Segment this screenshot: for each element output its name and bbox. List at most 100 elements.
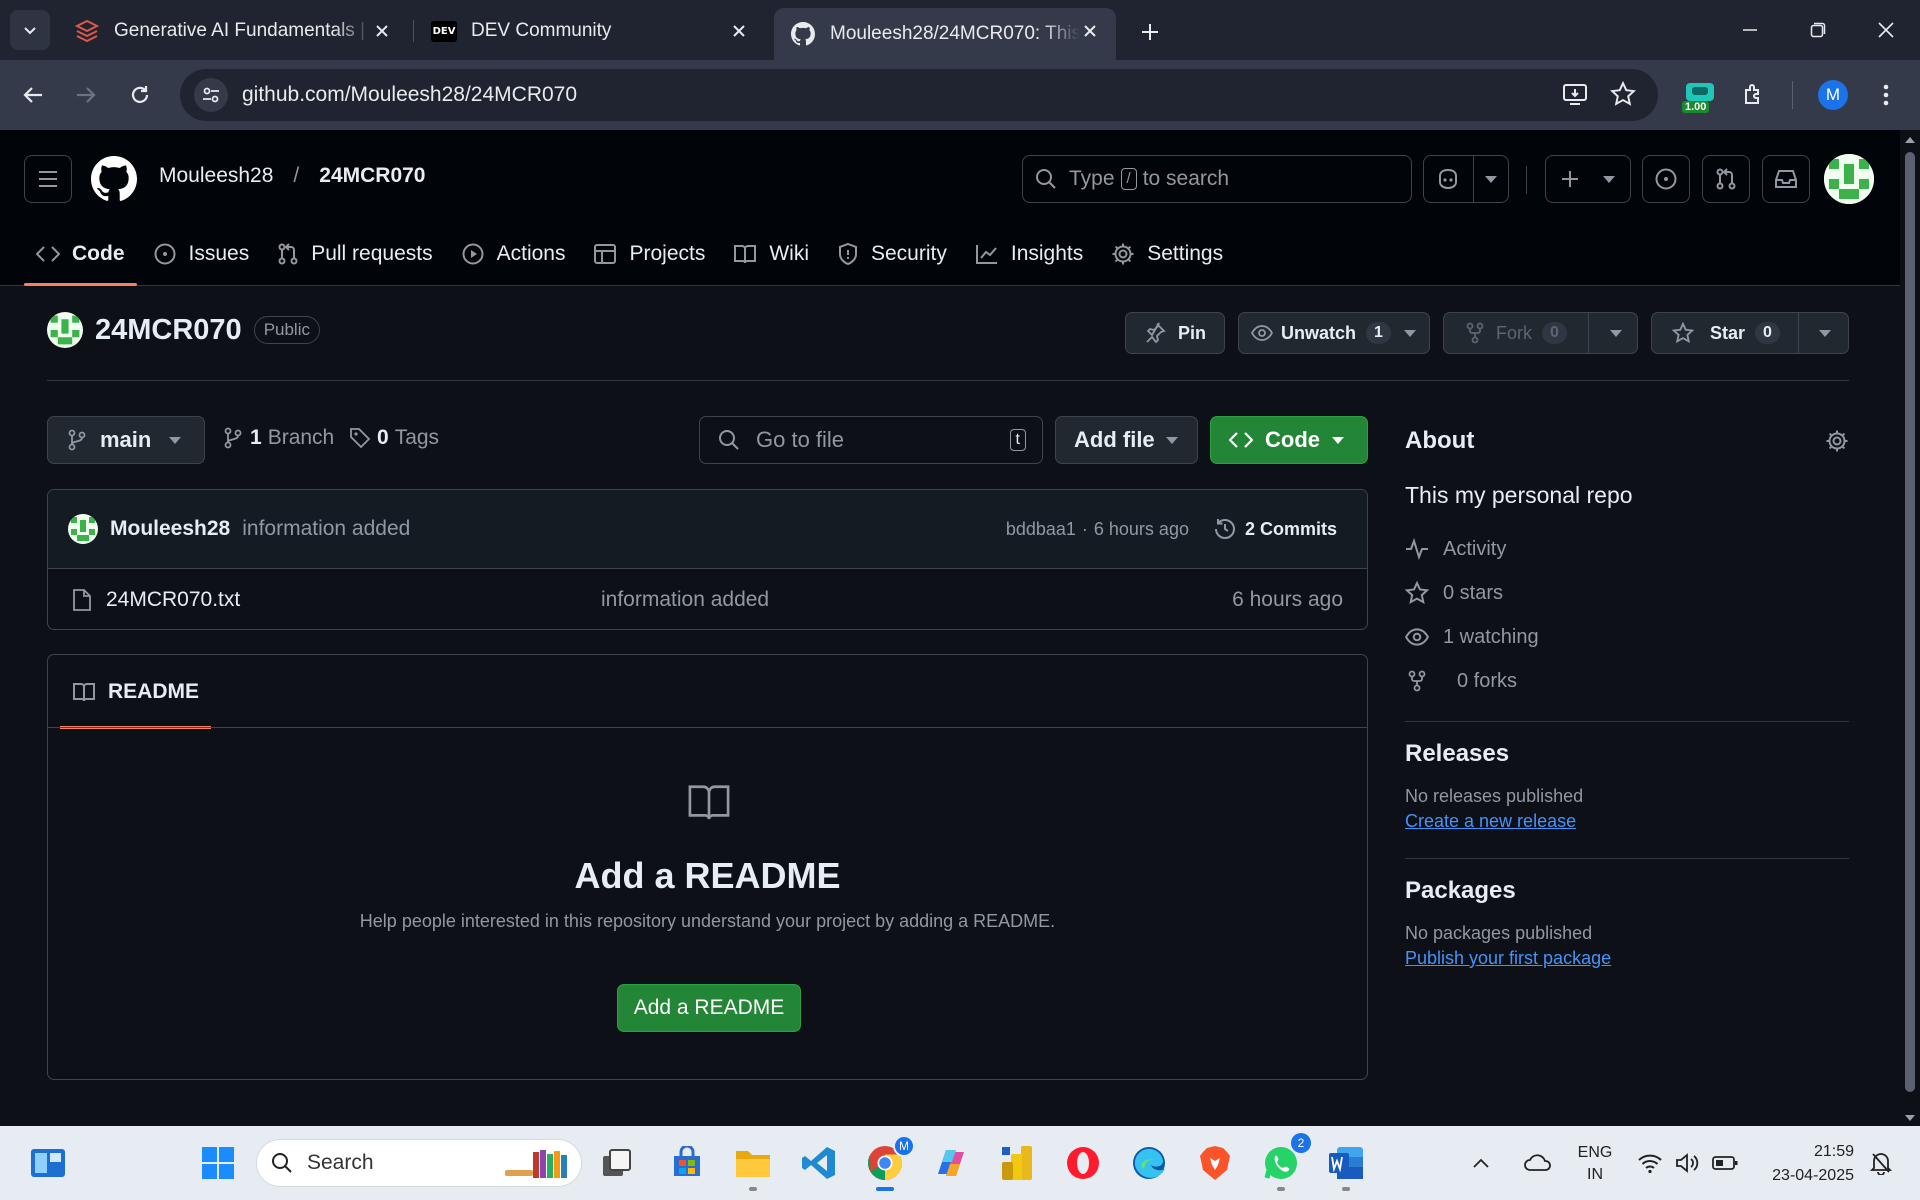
reload-button[interactable] [122,77,158,113]
site-info-icon[interactable] [194,78,228,112]
branches-link[interactable]: 1 Branch [224,426,334,450]
install-app-icon[interactable] [1562,81,1588,107]
packages-heading[interactable]: Packages [1405,877,1849,905]
show-hidden-icons-button[interactable] [1466,1139,1496,1187]
triangle-down-icon[interactable] [1484,175,1498,184]
extensions-button[interactable] [1736,77,1772,113]
taskbar-search-input[interactable]: Search [256,1139,582,1187]
power-bi-button[interactable] [993,1139,1041,1187]
owner-link[interactable]: Mouleesh28 [159,164,273,188]
tab-actions[interactable]: Actions [449,222,578,286]
unwatch-button[interactable]: Unwatch 1 [1238,312,1430,354]
table-row[interactable]: 24MCR070.txt information added 6 hours a… [48,569,1367,629]
tags-link[interactable]: 0 Tags [349,426,439,450]
extension-icon[interactable]: 1.00 [1680,77,1720,113]
add-file-button[interactable]: Add file [1055,416,1198,464]
code-dropdown-button[interactable]: Code [1210,416,1368,464]
scroll-down-arrow-icon[interactable] [1904,1114,1916,1122]
edge-button[interactable] [1125,1139,1173,1187]
vscode-button[interactable] [795,1139,843,1187]
github-logo-icon[interactable] [91,156,137,202]
issues-button[interactable] [1642,155,1690,203]
copilot-button[interactable] [1423,155,1509,203]
close-icon[interactable] [370,19,394,43]
system-tray[interactable] [1637,1152,1739,1174]
microsoft-store-button[interactable] [663,1139,711,1187]
notifications-button[interactable] [1866,1139,1896,1187]
profile-button[interactable]: M [1815,77,1851,113]
back-button[interactable] [15,77,51,113]
forward-button[interactable] [68,77,104,113]
add-readme-button[interactable]: Add a README [617,984,801,1032]
inbox-button[interactable] [1762,155,1810,203]
fork-button[interactable]: Fork 0 [1443,312,1638,354]
triangle-down-icon[interactable] [1403,329,1417,338]
search-input[interactable]: Type / to search [1022,155,1412,203]
branch-selector[interactable]: main [47,416,205,464]
activity-link[interactable]: Activity [1405,527,1849,571]
brave-button[interactable] [1191,1139,1239,1187]
opera-button[interactable] [1059,1139,1107,1187]
word-button[interactable] [1322,1139,1370,1191]
tab-projects[interactable]: Projects [581,222,717,286]
file-commit-message[interactable]: information added [601,588,769,612]
tab-security[interactable]: Security [825,222,959,286]
restore-button[interactable] [1784,0,1852,60]
tab-readme[interactable]: README [60,655,212,729]
language-indicator[interactable]: ENG IN [1573,1142,1617,1186]
watchers-link[interactable]: 1 watching [1405,615,1849,659]
hamburger-menu-button[interactable] [24,155,72,203]
browser-tab[interactable]: DEV DEV Community [415,8,765,54]
copilot-app-button[interactable] [927,1139,975,1187]
browser-tab[interactable]: Generative AI Fundamentals | D [58,8,408,54]
commit-author[interactable]: Mouleesh28 [110,517,230,541]
bookmark-star-icon[interactable] [1610,81,1636,107]
address-bar[interactable]: github.com/Mouleesh28/24MCR070 [180,69,1658,121]
commit-hash[interactable]: bddbaa1 [1006,519,1076,540]
tab-settings[interactable]: Settings [1099,222,1235,286]
avatar[interactable] [1824,154,1874,204]
triangle-down-icon[interactable] [1609,329,1623,338]
browser-menu-button[interactable] [1868,77,1904,113]
minimize-button[interactable] [1716,0,1784,60]
repo-link[interactable]: 24MCR070 [319,164,425,188]
repo-name[interactable]: 24MCR070 [95,314,242,347]
forks-link[interactable]: 0 forks [1405,659,1849,703]
onedrive-button[interactable] [1514,1139,1562,1187]
pull-requests-button[interactable] [1702,155,1750,203]
tab-insights[interactable]: Insights [963,222,1095,286]
chrome-button[interactable]: M [861,1135,915,1191]
go-to-file-input[interactable]: Go to file t [699,416,1043,464]
tab-wiki[interactable]: Wiki [721,222,821,286]
commits-link[interactable]: 2 Commits [1213,517,1337,541]
star-button[interactable]: Star 0 [1651,312,1849,354]
publish-package-link[interactable]: Publish your first package [1405,948,1849,969]
scroll-up-arrow-icon[interactable] [1904,136,1916,144]
scrollbar[interactable] [1900,130,1920,1126]
clock[interactable]: 21:59 23-04-2025 [1752,1140,1854,1188]
file-name[interactable]: 24MCR070.txt [106,588,240,612]
new-tab-button[interactable] [1132,14,1168,50]
start-button[interactable] [194,1139,242,1187]
tab-search-button[interactable] [10,10,50,50]
create-release-link[interactable]: Create a new release [1405,811,1849,832]
gear-icon[interactable] [1825,429,1849,453]
triangle-down-icon[interactable] [1818,329,1832,338]
create-new-button[interactable] [1545,155,1631,203]
close-icon[interactable] [1078,19,1102,43]
tab-issues[interactable]: Issues [141,222,262,286]
close-icon[interactable] [727,19,751,43]
tab-pull-requests[interactable]: Pull requests [265,222,444,286]
task-view-button[interactable] [593,1139,641,1187]
commit-message[interactable]: information added [242,517,410,541]
close-window-button[interactable] [1852,0,1920,60]
whatsapp-button[interactable]: 2 [1257,1133,1311,1191]
pin-button[interactable]: Pin [1125,312,1225,354]
file-explorer-button[interactable] [729,1139,777,1191]
stars-link[interactable]: 0 stars [1405,571,1849,615]
tab-code[interactable]: Code [24,222,137,286]
widgets-button[interactable] [24,1139,72,1187]
browser-tab-active[interactable]: Mouleesh28/24MCR070: This m [774,8,1116,60]
scrollbar-thumb[interactable] [1905,152,1915,1092]
releases-heading[interactable]: Releases [1405,740,1849,768]
